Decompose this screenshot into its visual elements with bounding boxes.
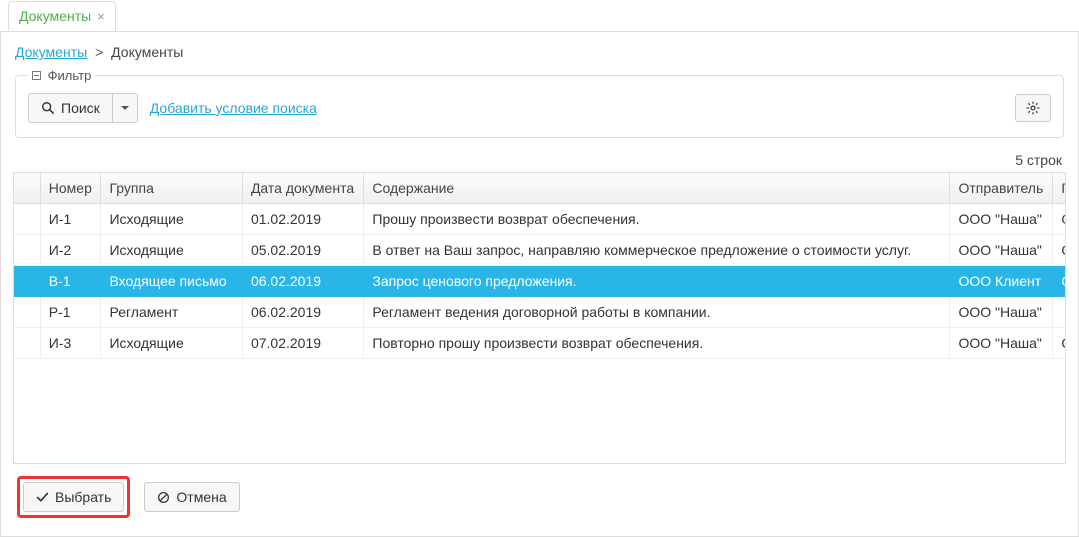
filter-legend-text: Фильтр — [48, 68, 92, 83]
breadcrumb-root[interactable]: Документы — [15, 44, 87, 60]
cell-sender: ООО "Наша" — [950, 328, 1053, 359]
cell-group: Входящее письмо — [101, 266, 242, 297]
cell-date: 07.02.2019 — [242, 328, 363, 359]
table-row[interactable]: И-3Исходящие07.02.2019Повторно прошу про… — [14, 328, 1066, 359]
action-bar: Выбрать Отмена — [17, 476, 1062, 518]
cell-recipient: ООС — [1053, 266, 1066, 297]
cell-number: И-2 — [40, 235, 101, 266]
cell-number: И-3 — [40, 328, 101, 359]
table-row[interactable]: Р-1Регламент06.02.2019Регламент ведения … — [14, 297, 1066, 328]
chevron-down-icon — [121, 106, 129, 110]
col-sender[interactable]: Отправитель — [950, 173, 1053, 204]
cell-recipient: ООС — [1053, 235, 1066, 266]
search-icon — [41, 101, 55, 115]
settings-button[interactable] — [1015, 94, 1051, 122]
cell-content: Регламент ведения договорной работы в ко… — [364, 297, 950, 328]
cell-content: Прошу произвести возврат обеспечения. — [364, 204, 950, 235]
ban-icon — [157, 491, 170, 504]
tab-documents[interactable]: Документы × — [8, 1, 116, 31]
gear-icon — [1026, 101, 1040, 115]
filter-panel: Фильтр Поиск Добавить условие поиска — [15, 68, 1064, 138]
cell-sender: ООО "Наша" — [950, 204, 1053, 235]
breadcrumb-sep: > — [95, 44, 103, 60]
search-button[interactable]: Поиск — [28, 93, 113, 123]
add-condition-link[interactable]: Добавить условие поиска — [150, 100, 317, 116]
breadcrumb-current: Документы — [111, 44, 183, 60]
cell-content: В ответ на Ваш запрос, направляю коммерч… — [364, 235, 950, 266]
cancel-button[interactable]: Отмена — [144, 482, 239, 512]
page-body: Документы > Документы Фильтр Поиск — [0, 32, 1079, 537]
cell-number: Р-1 — [40, 297, 101, 328]
row-count: 5 строк — [13, 152, 1062, 168]
cell-checkbox — [14, 266, 40, 297]
search-dropdown-button[interactable] — [113, 93, 138, 123]
table-row[interactable]: И-1Исходящие01.02.2019Прошу произвести в… — [14, 204, 1066, 235]
highlight-frame: Выбрать — [17, 476, 130, 518]
table-row[interactable]: В-1Входящее письмо06.02.2019Запрос ценов… — [14, 266, 1066, 297]
cell-content: Повторно прошу произвести возврат обеспе… — [364, 328, 950, 359]
cell-sender: ООО Клиент — [950, 266, 1053, 297]
cell-recipient — [1053, 297, 1066, 328]
cell-group: Исходящие — [101, 328, 242, 359]
documents-table: Номер Группа Дата документа Содержание О… — [14, 173, 1066, 359]
cell-checkbox — [14, 297, 40, 328]
cell-date: 01.02.2019 — [242, 204, 363, 235]
cell-number: В-1 — [40, 266, 101, 297]
cell-date: 05.02.2019 — [242, 235, 363, 266]
filter-legend[interactable]: Фильтр — [28, 68, 95, 83]
select-button-label: Выбрать — [55, 489, 111, 505]
table-scroll[interactable]: Номер Группа Дата документа Содержание О… — [13, 172, 1066, 464]
select-button[interactable]: Выбрать — [23, 482, 124, 512]
col-group[interactable]: Группа — [101, 173, 242, 204]
col-recipient[interactable]: Полу — [1053, 173, 1066, 204]
cell-date: 06.02.2019 — [242, 297, 363, 328]
cell-checkbox — [14, 235, 40, 266]
col-date[interactable]: Дата документа — [242, 173, 363, 204]
cell-date: 06.02.2019 — [242, 266, 363, 297]
cell-group: Исходящие — [101, 204, 242, 235]
cell-recipient: ООС — [1053, 328, 1066, 359]
cell-checkbox — [14, 328, 40, 359]
cell-recipient: ООС — [1053, 204, 1066, 235]
tab-label: Документы — [19, 8, 91, 24]
cell-group: Регламент — [101, 297, 242, 328]
col-checkbox[interactable] — [14, 173, 40, 204]
check-icon — [36, 491, 49, 504]
table-header-row: Номер Группа Дата документа Содержание О… — [14, 173, 1066, 204]
search-button-label: Поиск — [61, 100, 100, 116]
cancel-button-label: Отмена — [176, 489, 226, 505]
cell-sender: ООО "Наша" — [950, 235, 1053, 266]
search-button-group: Поиск — [28, 93, 138, 123]
collapse-icon[interactable] — [32, 71, 41, 80]
breadcrumb: Документы > Документы — [15, 44, 1066, 60]
cell-group: Исходящие — [101, 235, 242, 266]
table-row[interactable]: И-2Исходящие05.02.2019В ответ на Ваш зап… — [14, 235, 1066, 266]
cell-content: Запрос ценового предложения. — [364, 266, 950, 297]
col-content[interactable]: Содержание — [364, 173, 950, 204]
col-number[interactable]: Номер — [40, 173, 101, 204]
cell-number: И-1 — [40, 204, 101, 235]
tab-bar: Документы × — [0, 0, 1079, 32]
close-icon[interactable]: × — [97, 10, 105, 23]
cell-sender: ООО "Наша" — [950, 297, 1053, 328]
cell-checkbox — [14, 204, 40, 235]
